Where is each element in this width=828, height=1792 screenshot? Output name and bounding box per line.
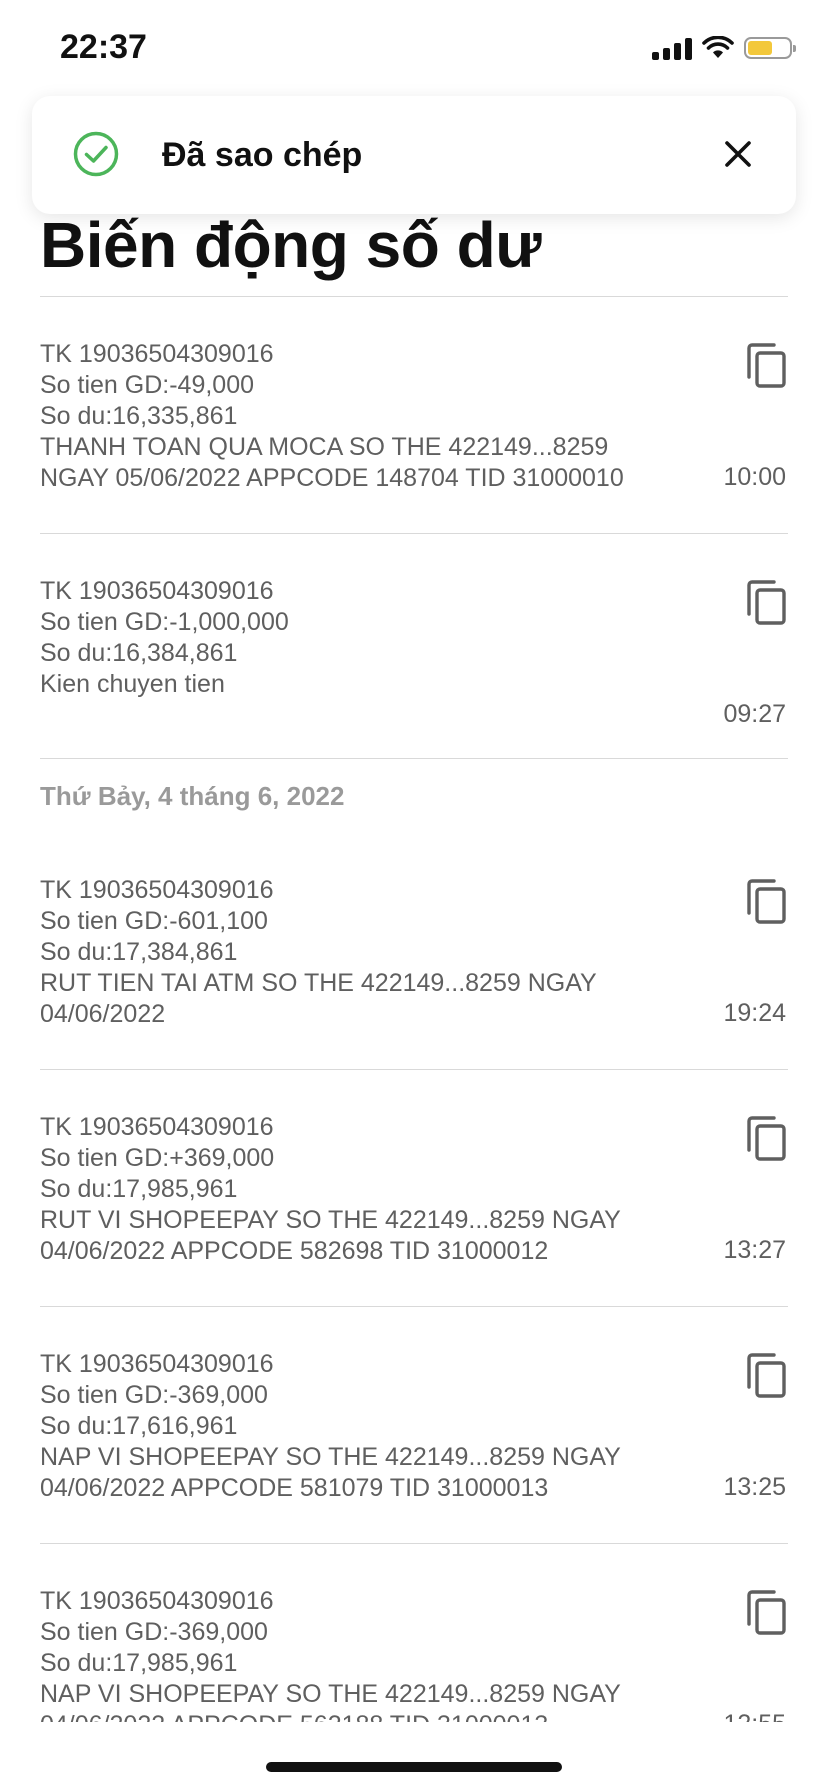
transaction-line: TK 19036504309016	[40, 1113, 274, 1141]
close-icon[interactable]	[716, 132, 760, 176]
transaction-line: So tien GD:-369,000	[40, 1381, 268, 1409]
transaction-item[interactable]: TK 19036504309016 So tien GD:-1,000,000 So…	[40, 534, 788, 758]
page-title: Biến động số dư	[40, 209, 542, 281]
wifi-icon	[702, 36, 734, 60]
transaction-line: So tien GD:+369,000	[40, 1144, 275, 1172]
transaction-item[interactable]: TK 19036504309016 So tien GD:+369,000 So d…	[40, 1070, 788, 1306]
transaction-line: TK 19036504309016	[40, 1350, 274, 1378]
transaction-line: TK 19036504309016	[40, 577, 274, 605]
home-indicator[interactable]	[266, 1762, 562, 1772]
transaction-line: So du:16,384,861	[40, 639, 238, 667]
copy-icon[interactable]	[744, 578, 788, 628]
transaction-details: TK 19036504309016 So tien GD:-49,000 So du…	[40, 339, 680, 494]
copied-toast: Đã sao chép	[32, 96, 796, 214]
transaction-time: 19:24	[723, 999, 786, 1027]
copy-icon[interactable]	[744, 1351, 788, 1401]
transaction-line: TK 19036504309016	[40, 1587, 274, 1615]
transaction-details: TK 19036504309016 So tien GD:-369,000 So d…	[40, 1349, 680, 1504]
transaction-item[interactable]: TK 19036504309016 So tien GD:-369,000 So d…	[40, 1307, 788, 1543]
bottom-fade	[0, 1722, 828, 1792]
transaction-line: NAP VI SHOPEEPAY SO THE 422149...8259 NG…	[40, 1443, 621, 1471]
transaction-line: RUT VI SHOPEEPAY SO THE 422149...8259 NG…	[40, 1206, 621, 1234]
transaction-line: THANH TOAN QUA MOCA SO THE 422149...8259	[40, 433, 609, 461]
toast-message: Đã sao chép	[162, 136, 363, 174]
cellular-signal-icon	[652, 36, 692, 60]
date-header: Thứ Bảy, 4 tháng 6, 2022	[40, 781, 345, 811]
transaction-time: 13:25	[723, 1473, 786, 1501]
transaction-line: So tien GD:-601,100	[40, 907, 268, 935]
transaction-line: So du:17,616,961	[40, 1412, 238, 1440]
transaction-line: RUT TIEN TAI ATM SO THE 422149...8259 NG…	[40, 969, 597, 997]
transaction-list: TK 19036504309016 So tien GD:-49,000 So du…	[40, 296, 788, 1781]
transaction-item[interactable]: TK 19036504309016 So tien GD:-49,000 So du…	[40, 297, 788, 533]
status-icons	[652, 36, 796, 60]
transaction-line: Kien chuyen tien	[40, 670, 225, 698]
transaction-time: 09:27	[723, 700, 786, 728]
transaction-line: NAP VI SHOPEEPAY SO THE 422149...8259 NG…	[40, 1680, 621, 1708]
transaction-details: TK 19036504309016 So tien GD:-369,000 So d…	[40, 1586, 680, 1741]
transaction-line: 04/06/2022 APPCODE 582698 TID 31000012	[40, 1237, 549, 1265]
transaction-line: So tien GD:-369,000	[40, 1618, 268, 1646]
transaction-line: So tien GD:-49,000	[40, 371, 255, 399]
transaction-time: 10:00	[723, 463, 786, 491]
transaction-time: 13:27	[723, 1236, 786, 1264]
transaction-line: So du:17,985,961	[40, 1175, 238, 1203]
check-circle-icon	[73, 131, 119, 177]
transaction-line: So du:17,985,961	[40, 1649, 238, 1677]
transaction-line: So du:16,335,861	[40, 402, 238, 430]
copy-icon[interactable]	[744, 877, 788, 927]
transaction-details: TK 19036504309016 So tien GD:+369,000 So d…	[40, 1112, 680, 1267]
transaction-line: So du:17,384,861	[40, 938, 238, 966]
transaction-group: TK 19036504309016 So tien GD:-49,000 So du…	[40, 297, 788, 759]
transaction-line: TK 19036504309016	[40, 340, 274, 368]
transaction-line: NGAY 05/06/2022 APPCODE 148704 TID 31000…	[40, 464, 624, 492]
transaction-item[interactable]: TK 19036504309016 So tien GD:-601,100 So d…	[40, 833, 788, 1069]
transaction-line: So tien GD:-1,000,000	[40, 608, 289, 636]
copy-icon[interactable]	[744, 1114, 788, 1164]
transaction-details: TK 19036504309016 So tien GD:-601,100 So d…	[40, 875, 680, 1030]
transaction-group: TK 19036504309016 So tien GD:-601,100 So d…	[40, 833, 788, 1781]
battery-icon	[744, 37, 796, 59]
copy-icon[interactable]	[744, 1588, 788, 1638]
transaction-line: 04/06/2022 APPCODE 581079 TID 31000013	[40, 1474, 549, 1502]
transaction-details: TK 19036504309016 So tien GD:-1,000,000 So…	[40, 576, 680, 700]
status-time: 22:37	[60, 28, 147, 66]
transaction-line: TK 19036504309016	[40, 876, 274, 904]
transaction-line: 04/06/2022	[40, 1000, 166, 1028]
status-bar: 22:37	[0, 0, 828, 96]
copy-icon[interactable]	[744, 341, 788, 391]
